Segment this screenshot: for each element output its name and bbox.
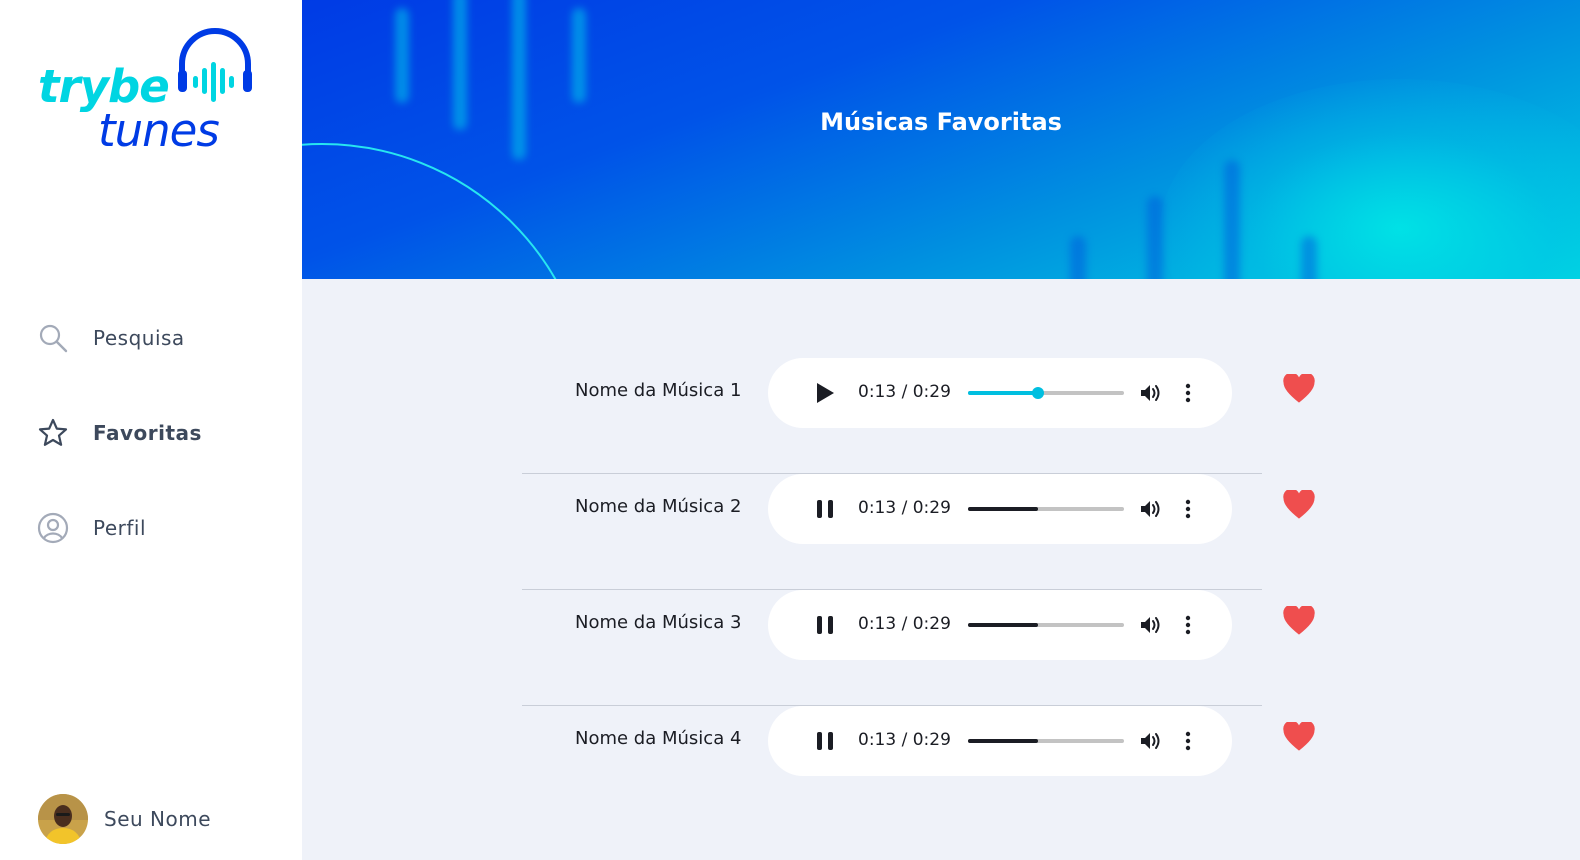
volume-icon (1141, 385, 1160, 401)
favorite-button[interactable] (1282, 372, 1316, 406)
avatar (38, 794, 88, 844)
audio-player: 0:13 / 0:29 (768, 706, 1232, 776)
sidebar-item-label: Perfil (93, 516, 147, 540)
song-name: Nome da Música 1 (575, 380, 742, 401)
more-options-button[interactable] (1178, 496, 1198, 522)
more-vertical-icon (1185, 731, 1191, 751)
progress-fill (968, 507, 1039, 511)
header-bar-decoration (1070, 236, 1086, 279)
page-title: Músicas Favoritas (820, 108, 1062, 136)
volume-icon (1141, 501, 1160, 517)
more-vertical-icon (1185, 615, 1191, 635)
more-options-button[interactable] (1178, 612, 1198, 638)
audio-player: 0:13 / 0:29 (768, 590, 1232, 660)
trybe-tunes-logo[interactable]: trybe tunes (36, 26, 266, 157)
heart-icon (1283, 606, 1315, 635)
volume-button[interactable] (1138, 496, 1164, 522)
audio-player: 0:13 / 0:29 (768, 358, 1232, 428)
pause-button[interactable] (810, 610, 840, 640)
time-display: 0:13 / 0:29 (858, 614, 951, 634)
more-options-button[interactable] (1178, 380, 1198, 406)
volume-button[interactable] (1138, 728, 1164, 754)
progress-slider[interactable] (968, 387, 1124, 399)
search-icon (36, 321, 70, 355)
user-circle-icon (36, 511, 70, 545)
favorite-button[interactable] (1282, 604, 1316, 638)
song-name: Nome da Música 3 (575, 612, 742, 633)
pause-icon (817, 500, 833, 518)
pause-button[interactable] (810, 726, 840, 756)
star-icon (36, 416, 70, 450)
progress-fill (968, 623, 1039, 627)
heart-icon (1283, 722, 1315, 751)
header-bar-decoration (1147, 196, 1163, 279)
progress-knob[interactable] (1032, 387, 1045, 399)
sidebar-item-label: Favoritas (93, 421, 202, 445)
sidebar-item-pesquisa[interactable]: Pesquisa (36, 316, 276, 360)
heart-icon (1283, 490, 1315, 519)
song-row: Nome da Música 1 0:13 / 0:29 (522, 358, 1315, 474)
favorite-button[interactable] (1282, 720, 1316, 754)
progress-fill (968, 739, 1039, 743)
pause-icon (817, 616, 833, 634)
play-icon (817, 383, 834, 403)
sidebar-item-perfil[interactable]: Perfil (36, 506, 276, 550)
pause-icon (817, 732, 833, 750)
favorite-button[interactable] (1282, 488, 1316, 522)
song-row: Nome da Música 3 0:13 / 0:29 (522, 590, 1315, 706)
header-bar-decoration (1224, 160, 1240, 279)
time-display: 0:13 / 0:29 (858, 730, 951, 750)
song-name: Nome da Música 2 (575, 496, 742, 517)
progress-slider[interactable] (968, 507, 1124, 511)
more-vertical-icon (1185, 383, 1191, 403)
sidebar: trybe tunes Pesquisa Favoritas Perfil Se… (0, 0, 302, 860)
header-bar-decoration (572, 8, 586, 103)
user-name: Seu Nome (104, 807, 212, 831)
more-options-button[interactable] (1178, 728, 1198, 754)
time-display: 0:13 / 0:29 (858, 498, 951, 518)
progress-slider[interactable] (968, 739, 1124, 743)
song-name: Nome da Música 4 (575, 728, 742, 749)
play-button[interactable] (810, 378, 840, 408)
logo-word-tunes: tunes (98, 104, 220, 157)
headphones-icon (178, 28, 252, 102)
sidebar-item-favoritas[interactable]: Favoritas (36, 411, 276, 455)
time-display: 0:13 / 0:29 (858, 382, 951, 402)
volume-icon (1141, 733, 1160, 749)
header-bar-decoration (395, 8, 409, 103)
pause-button[interactable] (810, 494, 840, 524)
header-arc-decoration (302, 143, 592, 279)
user-profile[interactable]: Seu Nome (38, 794, 211, 844)
song-row: Nome da Música 4 0:13 / 0:29 (522, 706, 1315, 822)
volume-icon (1141, 617, 1160, 633)
sidebar-item-label: Pesquisa (93, 326, 185, 350)
audio-player: 0:13 / 0:29 (768, 474, 1232, 544)
header-bar-decoration (1301, 236, 1317, 279)
favorites-list: Nome da Música 1 0:13 / 0:29 Nome da Mús… (522, 358, 1315, 822)
song-row: Nome da Música 2 0:13 / 0:29 (522, 474, 1315, 590)
header-bar-decoration (512, 0, 526, 160)
page-header-banner: Músicas Favoritas (302, 0, 1580, 279)
sidebar-nav: Pesquisa Favoritas Perfil (36, 316, 276, 601)
progress-slider[interactable] (968, 623, 1124, 627)
heart-icon (1283, 374, 1315, 403)
volume-button[interactable] (1138, 380, 1164, 406)
progress-fill (968, 391, 1039, 395)
more-vertical-icon (1185, 499, 1191, 519)
volume-button[interactable] (1138, 612, 1164, 638)
